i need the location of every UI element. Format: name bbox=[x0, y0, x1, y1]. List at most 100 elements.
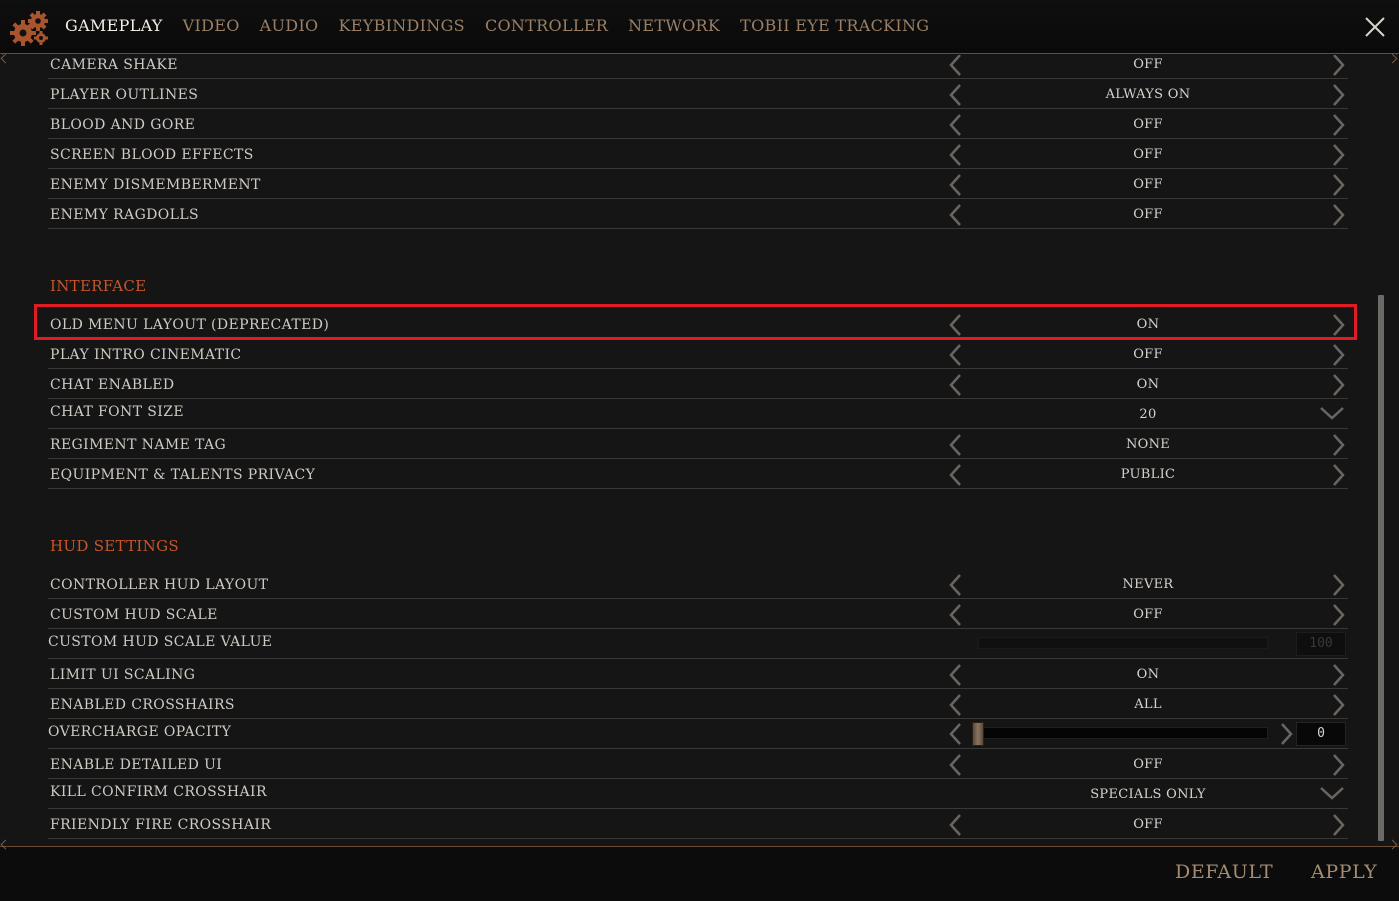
top-bar: GAMEPLAY VIDEO AUDIO KEYBINDINGS CONTROL… bbox=[0, 0, 1399, 54]
chevron-left-icon[interactable] bbox=[946, 113, 964, 137]
setting-row-kill-confirm-crosshair: KILL CONFIRM CROSSHAIR SPECIALS ONLY bbox=[48, 778, 1348, 809]
settings-list: CAMERA SHAKE OFF PLAYER OUTLINES ALWAYS … bbox=[0, 55, 1399, 846]
setting-label: FRIENDLY FIRE CROSSHAIR bbox=[50, 817, 272, 833]
setting-value: ALL bbox=[1134, 697, 1162, 712]
chevron-left-icon[interactable] bbox=[946, 433, 964, 457]
chevron-left-icon[interactable] bbox=[946, 663, 964, 687]
setting-row-controller-hud-layout: CONTROLLER HUD LAYOUT NEVER bbox=[48, 571, 1348, 599]
setting-row-limit-ui-scaling: LIMIT UI SCALING ON bbox=[48, 661, 1348, 689]
setting-value: NEVER bbox=[1122, 577, 1174, 592]
setting-value: OFF bbox=[1133, 607, 1163, 622]
chevron-left-icon[interactable] bbox=[946, 313, 964, 337]
tab-tobii-eye-tracking[interactable]: TOBII EYE TRACKING bbox=[740, 16, 929, 36]
chevron-right-icon[interactable] bbox=[1330, 83, 1348, 107]
setting-value: OFF bbox=[1133, 177, 1163, 192]
setting-value: OFF bbox=[1133, 207, 1163, 222]
chevron-right-icon[interactable] bbox=[1278, 722, 1296, 746]
setting-row-enable-detailed-ui: ENABLE DETAILED UI OFF bbox=[48, 751, 1348, 779]
chevron-right-icon[interactable] bbox=[1330, 55, 1348, 77]
section-title-hud-settings: HUD SETTINGS bbox=[50, 537, 179, 555]
chevron-right-icon[interactable] bbox=[1330, 663, 1348, 687]
setting-value: ON bbox=[1136, 317, 1160, 332]
default-button[interactable]: DEFAULT bbox=[1175, 861, 1273, 883]
chevron-left-icon[interactable] bbox=[946, 603, 964, 627]
chevron-right-icon[interactable] bbox=[1330, 603, 1348, 627]
setting-value: NONE bbox=[1125, 437, 1171, 452]
setting-row-play-intro-cinematic: PLAY INTRO CINEMATIC OFF bbox=[48, 341, 1348, 369]
chevron-right-icon[interactable] bbox=[1330, 433, 1348, 457]
tab-keybindings[interactable]: KEYBINDINGS bbox=[338, 16, 464, 36]
chevron-left-icon[interactable] bbox=[946, 813, 964, 837]
setting-row-overcharge-opacity: OVERCHARGE OPACITY 0 bbox=[48, 719, 1348, 749]
chevron-right-icon[interactable] bbox=[1330, 313, 1348, 337]
apply-button[interactable]: APPLY bbox=[1311, 861, 1377, 883]
chevron-right-icon[interactable] bbox=[1330, 463, 1348, 487]
setting-label: PLAY INTRO CINEMATIC bbox=[50, 347, 242, 363]
setting-label: CUSTOM HUD SCALE VALUE bbox=[48, 634, 273, 650]
setting-row-camera-shake: CAMERA SHAKE OFF bbox=[48, 55, 1348, 79]
chevron-left-icon[interactable] bbox=[946, 722, 964, 746]
chevron-left-icon[interactable] bbox=[946, 753, 964, 777]
setting-label: ENEMY RAGDOLLS bbox=[50, 207, 200, 223]
setting-row-blood-and-gore: BLOOD AND GORE OFF bbox=[48, 111, 1348, 139]
setting-value: PUBLIC bbox=[1120, 467, 1176, 482]
setting-row-custom-hud-scale: CUSTOM HUD SCALE OFF bbox=[48, 601, 1348, 629]
hud-scale-value-field: 100 bbox=[1296, 632, 1346, 656]
tab-gameplay[interactable]: GAMEPLAY bbox=[65, 16, 163, 36]
chevron-left-icon[interactable] bbox=[946, 173, 964, 197]
setting-label: OVERCHARGE OPACITY bbox=[48, 724, 232, 740]
bottom-bar: DEFAULT APPLY bbox=[0, 846, 1399, 901]
tab-audio[interactable]: AUDIO bbox=[260, 16, 319, 36]
setting-row-custom-hud-scale-value: CUSTOM HUD SCALE VALUE 100 bbox=[48, 629, 1348, 659]
setting-value: OFF bbox=[1133, 817, 1163, 832]
chevron-right-icon[interactable] bbox=[1330, 813, 1348, 837]
setting-label: LIMIT UI SCALING bbox=[50, 667, 196, 683]
chevron-right-icon[interactable] bbox=[1330, 113, 1348, 137]
chevron-right-icon[interactable] bbox=[1330, 203, 1348, 227]
setting-row-enemy-ragdolls: ENEMY RAGDOLLS OFF bbox=[48, 201, 1348, 229]
setting-label: ENABLED CROSSHAIRS bbox=[50, 697, 235, 713]
chevron-right-icon[interactable] bbox=[1330, 753, 1348, 777]
chevron-down-icon[interactable] bbox=[1318, 784, 1346, 804]
gear-icon bbox=[10, 11, 48, 46]
chevron-left-icon[interactable] bbox=[946, 373, 964, 397]
chevron-right-icon[interactable] bbox=[1330, 143, 1348, 167]
close-icon[interactable] bbox=[1362, 14, 1388, 40]
chevron-left-icon[interactable] bbox=[946, 693, 964, 717]
setting-value: SPECIALS ONLY bbox=[1090, 787, 1206, 802]
setting-label: CHAT ENABLED bbox=[50, 377, 175, 393]
setting-label: EQUIPMENT & TALENTS PRIVACY bbox=[50, 467, 316, 483]
setting-label: CHAT FONT SIZE bbox=[50, 404, 184, 420]
tab-video[interactable]: VIDEO bbox=[183, 16, 240, 36]
setting-value: OFF bbox=[1133, 757, 1163, 772]
chevron-right-icon[interactable] bbox=[1330, 573, 1348, 597]
setting-row-old-menu-layout: OLD MENU LAYOUT (DEPRECATED) ON bbox=[48, 311, 1348, 339]
chevron-left-icon[interactable] bbox=[946, 343, 964, 367]
chevron-left-icon[interactable] bbox=[946, 573, 964, 597]
overcharge-slider-track[interactable] bbox=[978, 727, 1268, 739]
tab-network[interactable]: NETWORK bbox=[628, 16, 720, 36]
setting-row-enabled-crosshairs: ENABLED CROSSHAIRS ALL bbox=[48, 691, 1348, 719]
chevron-down-icon[interactable] bbox=[1318, 404, 1346, 424]
chevron-left-icon[interactable] bbox=[946, 463, 964, 487]
tab-bar: GAMEPLAY VIDEO AUDIO KEYBINDINGS CONTROL… bbox=[65, 16, 949, 36]
setting-row-regiment-name-tag: REGIMENT NAME TAG NONE bbox=[48, 431, 1348, 459]
chevron-right-icon[interactable] bbox=[1330, 373, 1348, 397]
chevron-left-icon[interactable] bbox=[946, 143, 964, 167]
chevron-left-icon[interactable] bbox=[946, 55, 964, 77]
chevron-right-icon[interactable] bbox=[1330, 343, 1348, 367]
hud-scale-slider bbox=[978, 637, 1268, 649]
chevron-left-icon[interactable] bbox=[946, 83, 964, 107]
tab-controller[interactable]: CONTROLLER bbox=[485, 16, 608, 36]
chevron-right-icon[interactable] bbox=[1330, 693, 1348, 717]
setting-row-friendly-fire-crosshair: FRIENDLY FIRE CROSSHAIR OFF bbox=[48, 811, 1348, 839]
overcharge-slider-handle[interactable] bbox=[972, 722, 984, 746]
setting-value: 20 bbox=[1139, 407, 1157, 422]
chevron-left-icon[interactable] bbox=[946, 203, 964, 227]
overcharge-value-field[interactable]: 0 bbox=[1296, 722, 1346, 746]
setting-value: ALWAYS ON bbox=[1105, 87, 1191, 102]
chevron-right-icon[interactable] bbox=[1330, 173, 1348, 197]
scrollbar-thumb[interactable] bbox=[1378, 295, 1384, 841]
setting-label: OLD MENU LAYOUT (DEPRECATED) bbox=[50, 317, 330, 333]
setting-row-equipment-talents-privacy: EQUIPMENT & TALENTS PRIVACY PUBLIC bbox=[48, 461, 1348, 489]
